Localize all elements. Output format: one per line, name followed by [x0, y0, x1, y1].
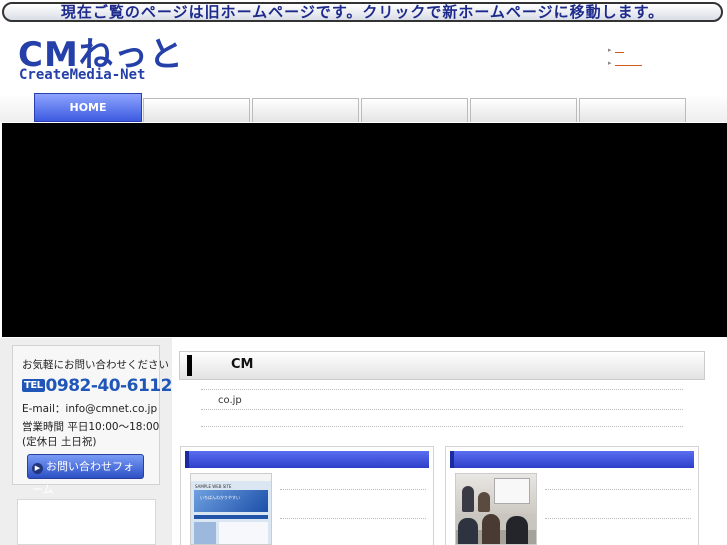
card-title-bar — [185, 451, 429, 468]
header-link-1[interactable]: ▸ — [608, 45, 624, 55]
intro-text: co.jp — [218, 395, 242, 406]
nav-tab-2[interactable] — [143, 98, 250, 122]
nav-tab-3[interactable] — [252, 98, 359, 122]
nav-tab-5[interactable] — [470, 98, 577, 122]
website-sample-thumbnail[interactable]: SAMPLE WEB SITE いちばんわかりやすい — [190, 473, 272, 545]
divider — [201, 409, 683, 410]
divider — [201, 426, 683, 427]
card-title-bar — [450, 451, 694, 468]
card-divider — [280, 489, 426, 490]
sidebar-banner[interactable] — [17, 499, 156, 545]
card-divider — [280, 518, 426, 519]
phone-number: TEL 0982-40-6112 — [22, 376, 172, 396]
arrow-right-icon: ▸ — [608, 59, 612, 67]
header-link-2[interactable]: ▸ — [608, 58, 642, 68]
play-icon: ▶ — [32, 463, 43, 474]
nav-tab-6[interactable] — [579, 98, 686, 122]
arrow-right-icon: ▸ — [608, 46, 612, 54]
section-header — [179, 351, 705, 380]
divider — [201, 389, 683, 390]
section-header-marker — [187, 355, 192, 376]
nav-tab-home[interactable]: HOME — [34, 93, 142, 122]
hero-slideshow — [2, 123, 727, 337]
nav-tab-4[interactable] — [361, 98, 468, 122]
closed-days: (定休日 土日祝) — [22, 436, 97, 448]
business-hours: 営業時間 平日10:00〜18:00 — [22, 421, 160, 433]
card-divider — [545, 489, 691, 490]
site-logo-subtitle: CreateMedia-Net — [19, 67, 146, 83]
contact-form-button[interactable]: ▶ お問い合わせフォーム — [27, 454, 144, 496]
tel-icon: TEL — [22, 379, 45, 392]
old-site-notice-banner[interactable]: 現在ご覧のページは旧ホームページです。クリックで新ホームページに移動します。 — [2, 2, 723, 22]
phone-number-text: 0982-40-6112 — [45, 376, 173, 396]
seminar-photo-thumbnail[interactable] — [455, 473, 537, 545]
card-divider — [545, 518, 691, 519]
contact-heading: お気軽にお問い合わせください — [22, 359, 169, 371]
section-title: CM — [231, 357, 254, 372]
contact-email: E-mail：info@cmnet.co.jp — [22, 403, 158, 415]
